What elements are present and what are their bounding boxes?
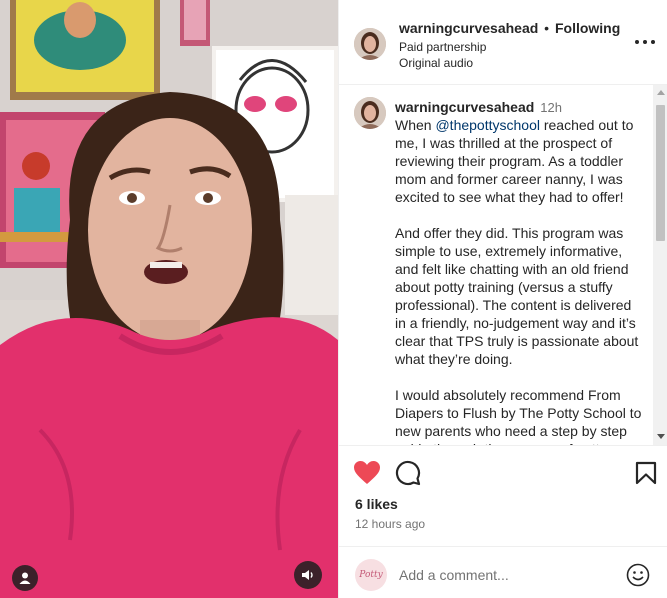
scroll-down-arrow-icon[interactable] xyxy=(657,434,665,439)
video-frame xyxy=(0,0,338,598)
mention-link[interactable]: @thepottyschool xyxy=(435,117,540,133)
more-icon xyxy=(635,40,639,44)
author-line: warningcurvesahead • Following xyxy=(399,20,620,36)
comment-composer: Potty xyxy=(339,546,667,598)
tagged-people-button[interactable] xyxy=(12,565,38,591)
caption-paragraph-3: I would absolutely recommend From Diaper… xyxy=(395,387,642,445)
caption-username[interactable]: warningcurvesahead xyxy=(395,99,534,115)
caption-section: warningcurvesahead 12h When @thepottyscho… xyxy=(339,85,667,445)
caption-header: warningcurvesahead 12h xyxy=(395,99,562,115)
caption-avatar[interactable] xyxy=(354,97,386,129)
likes-count[interactable]: 6 likes xyxy=(355,496,398,512)
audio-link[interactable]: Original audio xyxy=(399,56,473,70)
bookmark-icon[interactable] xyxy=(635,461,657,485)
emoji-icon[interactable] xyxy=(626,563,650,587)
caption-scrollbar[interactable] xyxy=(653,85,667,445)
comment-icon[interactable] xyxy=(395,460,421,486)
caption-time: 12h xyxy=(540,100,562,115)
heart-icon[interactable] xyxy=(353,460,381,486)
caption-paragraph-1: When @thepottyschool reached out to me, … xyxy=(395,117,634,205)
author-username[interactable]: warningcurvesahead xyxy=(399,20,538,36)
following-button[interactable]: Following xyxy=(555,20,620,36)
person-icon xyxy=(19,572,31,584)
viewer-avatar: Potty xyxy=(355,559,387,591)
post-timestamp: 12 hours ago xyxy=(355,517,426,531)
scrollbar-thumb[interactable] xyxy=(656,105,665,241)
paid-partnership-label[interactable]: Paid partnership xyxy=(399,40,486,54)
video-player[interactable] xyxy=(0,0,338,598)
post-viewer: warningcurvesahead • Following Paid part… xyxy=(0,0,667,598)
caption-text: When @thepottyschool reached out to me, … xyxy=(395,116,645,445)
separator: • xyxy=(544,20,550,36)
comment-input[interactable] xyxy=(399,565,609,585)
mute-button[interactable] xyxy=(294,561,322,589)
post-header: warningcurvesahead • Following Paid part… xyxy=(339,0,667,85)
caption-avatar-image xyxy=(354,97,386,129)
action-bar: 6 likes 12 hours ago xyxy=(339,445,667,555)
author-avatar-image xyxy=(354,28,386,60)
author-avatar[interactable] xyxy=(354,28,386,60)
volume-icon xyxy=(302,570,313,580)
more-options-button[interactable] xyxy=(635,34,655,50)
post-details-panel: warningcurvesahead • Following Paid part… xyxy=(338,0,667,598)
scroll-up-arrow-icon[interactable] xyxy=(657,90,665,95)
caption-paragraph-2: And offer they did. This program was sim… xyxy=(395,225,639,367)
